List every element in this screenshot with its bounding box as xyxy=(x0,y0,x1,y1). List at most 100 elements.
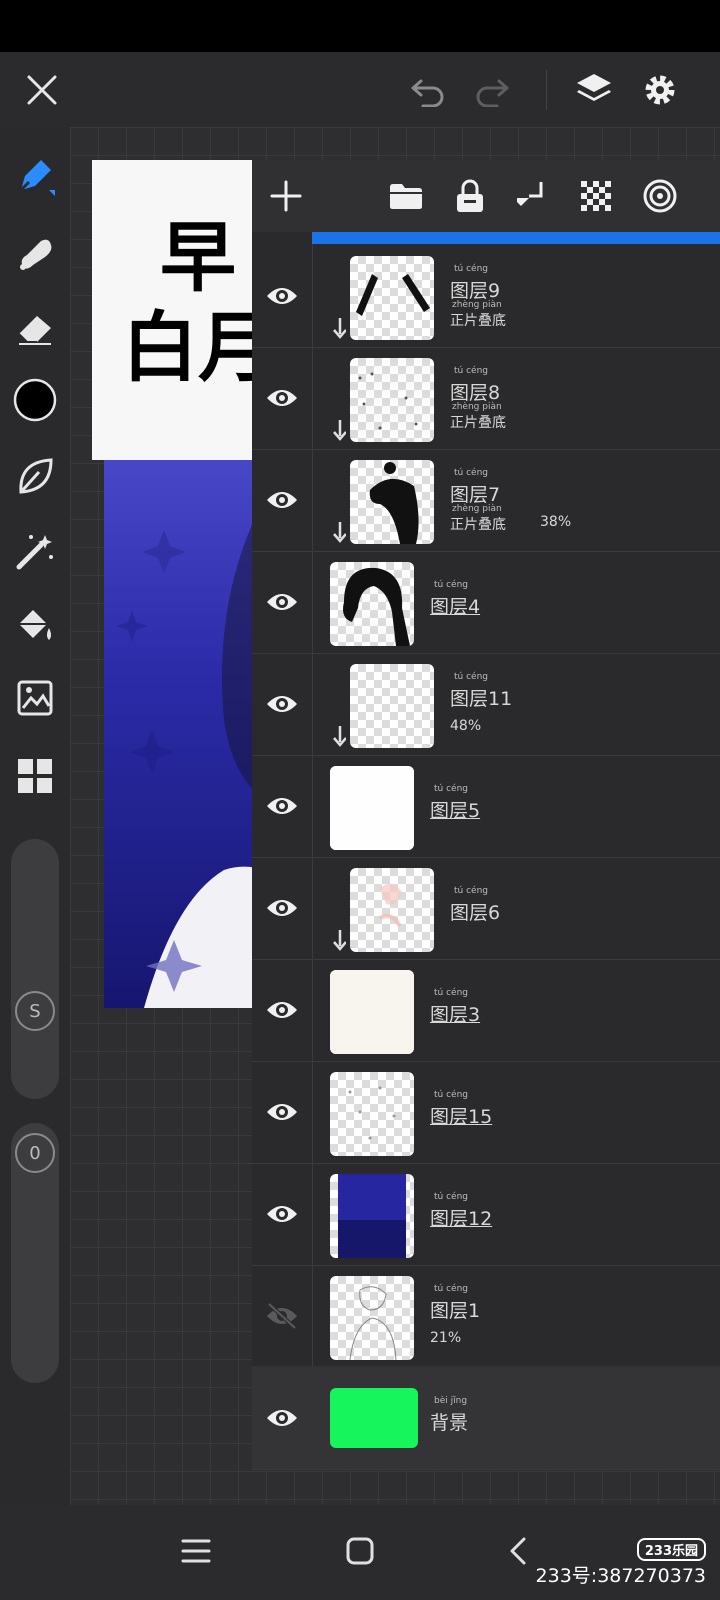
menu-nav-icon[interactable] xyxy=(174,1529,218,1573)
undo-icon[interactable] xyxy=(406,68,450,112)
layer-thumbnail[interactable] xyxy=(350,460,434,544)
layers-panel: tú céng 图层9 zhèng piàn 正片叠底 tú céng 图层8 zhèng … xyxy=(252,160,720,1470)
brush-size-slider[interactable]: S xyxy=(11,839,59,1099)
layer-name-ruby: tú céng xyxy=(454,672,488,682)
layer-row[interactable]: tú céng 图层5 xyxy=(252,754,720,858)
layer-name[interactable]: 图层4 xyxy=(430,592,480,619)
layer-row[interactable]: tú céng 图层15 xyxy=(252,1060,720,1164)
layer-name[interactable]: 图层12 xyxy=(430,1204,492,1231)
layer-row[interactable]: tú céng 图层9 zhèng piàn 正片叠底 xyxy=(252,244,720,348)
layer-thumbnail[interactable] xyxy=(350,664,434,748)
pen-icon[interactable] xyxy=(12,153,58,199)
layer-name[interactable]: 图层7 xyxy=(450,480,500,507)
layer-thumbnail[interactable] xyxy=(330,562,414,646)
layer-name-ruby: tú céng xyxy=(454,468,488,478)
checker-icon[interactable] xyxy=(574,174,618,218)
layer-name[interactable]: 图层5 xyxy=(430,796,480,823)
layer-name-ruby: tú céng xyxy=(434,1284,468,1294)
layer-opacity-label: 48% xyxy=(450,718,482,734)
eye-icon[interactable] xyxy=(252,346,312,449)
layer-thumbnail[interactable] xyxy=(330,1174,414,1258)
layer-name-ruby: tú céng xyxy=(434,988,468,998)
blend-mode-label: 正片叠底 xyxy=(450,313,506,329)
clipping-mask-icon xyxy=(328,418,347,442)
merge-down-icon[interactable] xyxy=(512,174,556,218)
layer-name-ruby: tú céng xyxy=(454,886,488,896)
layer-opacity-label: 21% xyxy=(430,1330,462,1346)
layer-thumbnail[interactable] xyxy=(350,868,434,952)
layer-name[interactable]: 图层1 xyxy=(430,1296,480,1323)
layer-row[interactable]: tú céng 图层12 xyxy=(252,1162,720,1266)
color-swatch[interactable] xyxy=(12,377,58,423)
home-nav-icon[interactable] xyxy=(338,1529,382,1573)
layer-name[interactable]: 图层3 xyxy=(430,1000,480,1027)
layer-name-ruby: bèi jǐng xyxy=(434,1396,468,1406)
layer-name-ruby: tú céng xyxy=(434,1192,468,1202)
layer-opacity-label: 38% xyxy=(540,514,572,530)
eye-icon[interactable] xyxy=(252,958,312,1061)
clipping-mask-icon xyxy=(328,928,347,952)
layer-row[interactable]: tú céng 图层8 zhèng piàn 正片叠底 xyxy=(252,346,720,450)
image-icon[interactable] xyxy=(12,675,58,721)
layer-name-ruby: tú céng xyxy=(434,784,468,794)
top-toolbar xyxy=(0,52,720,127)
blend-mode-label: 正片叠底 xyxy=(450,517,506,533)
layer-name[interactable]: 背景 xyxy=(430,1408,468,1435)
layer-row[interactable]: tú céng 图层11 48% xyxy=(252,652,720,756)
opacity-slider[interactable]: 0 xyxy=(11,1123,59,1383)
gear-icon[interactable] xyxy=(638,68,682,112)
grid-icon[interactable] xyxy=(12,753,58,799)
toolbar-divider xyxy=(546,70,547,110)
clipping-mask-icon xyxy=(328,520,347,544)
layer-name[interactable]: 图层8 xyxy=(450,378,500,405)
layer-row[interactable]: tú céng 图层6 xyxy=(252,856,720,960)
eye-icon[interactable] xyxy=(252,1162,312,1265)
radial-icon[interactable] xyxy=(638,174,682,218)
layer-row[interactable]: tú céng 图层1 21% xyxy=(252,1264,720,1368)
canvas-title-line1: 早 xyxy=(160,213,236,302)
eye-hidden-icon[interactable] xyxy=(252,1264,312,1367)
eye-icon[interactable] xyxy=(252,856,312,959)
layer-thumbnail[interactable] xyxy=(330,1388,418,1448)
folder-icon[interactable] xyxy=(384,174,428,218)
eye-icon[interactable] xyxy=(252,244,312,347)
magic-wand-icon[interactable] xyxy=(12,528,58,574)
back-nav-icon[interactable] xyxy=(496,1529,540,1573)
layer-thumbnail[interactable] xyxy=(350,358,434,442)
layer-thumbnail[interactable] xyxy=(330,1276,414,1360)
layer-name[interactable]: 图层6 xyxy=(450,898,500,925)
eye-icon[interactable] xyxy=(252,1366,312,1469)
eye-icon[interactable] xyxy=(252,754,312,857)
paint-bucket-icon[interactable] xyxy=(12,603,58,649)
layer-thumbnail[interactable] xyxy=(350,256,434,340)
layer-row[interactable]: tú céng 图层7 zhèng piàn 正片叠底 38% xyxy=(252,448,720,552)
eraser-icon[interactable] xyxy=(12,305,58,351)
close-icon[interactable] xyxy=(20,68,64,112)
eye-icon[interactable] xyxy=(252,1060,312,1163)
layer-thumbnail[interactable] xyxy=(330,766,414,850)
layer-name[interactable]: 图层9 xyxy=(450,276,500,303)
size-slider-thumb[interactable]: S xyxy=(15,991,55,1031)
layer-name-ruby: tú céng xyxy=(434,1090,468,1100)
redo-icon[interactable] xyxy=(470,68,514,112)
layer-name-ruby: tú céng xyxy=(454,366,488,376)
layer-row[interactable]: tú céng 图层3 xyxy=(252,958,720,1062)
layer-row[interactable]: bèi jǐng 背景 xyxy=(252,1366,720,1470)
layers-icon[interactable] xyxy=(572,68,616,112)
eye-icon[interactable] xyxy=(252,448,312,551)
eye-icon[interactable] xyxy=(252,652,312,755)
layer-name[interactable]: 图层11 xyxy=(450,684,512,711)
layer-name[interactable]: 图层15 xyxy=(430,1102,492,1129)
selected-layer-indicator[interactable] xyxy=(312,232,720,244)
lock-icon[interactable] xyxy=(448,174,492,218)
layer-thumbnail[interactable] xyxy=(330,970,414,1054)
opacity-slider-thumb[interactable]: 0 xyxy=(15,1133,55,1173)
add-icon[interactable] xyxy=(264,174,308,218)
eye-icon[interactable] xyxy=(252,550,312,653)
layer-row[interactable]: tú céng 图层4 xyxy=(252,550,720,654)
status-bar xyxy=(0,0,720,52)
leaf-icon[interactable] xyxy=(12,453,58,499)
smudge-icon[interactable] xyxy=(12,230,58,276)
clipping-mask-icon xyxy=(328,724,347,748)
layer-thumbnail[interactable] xyxy=(330,1072,414,1156)
